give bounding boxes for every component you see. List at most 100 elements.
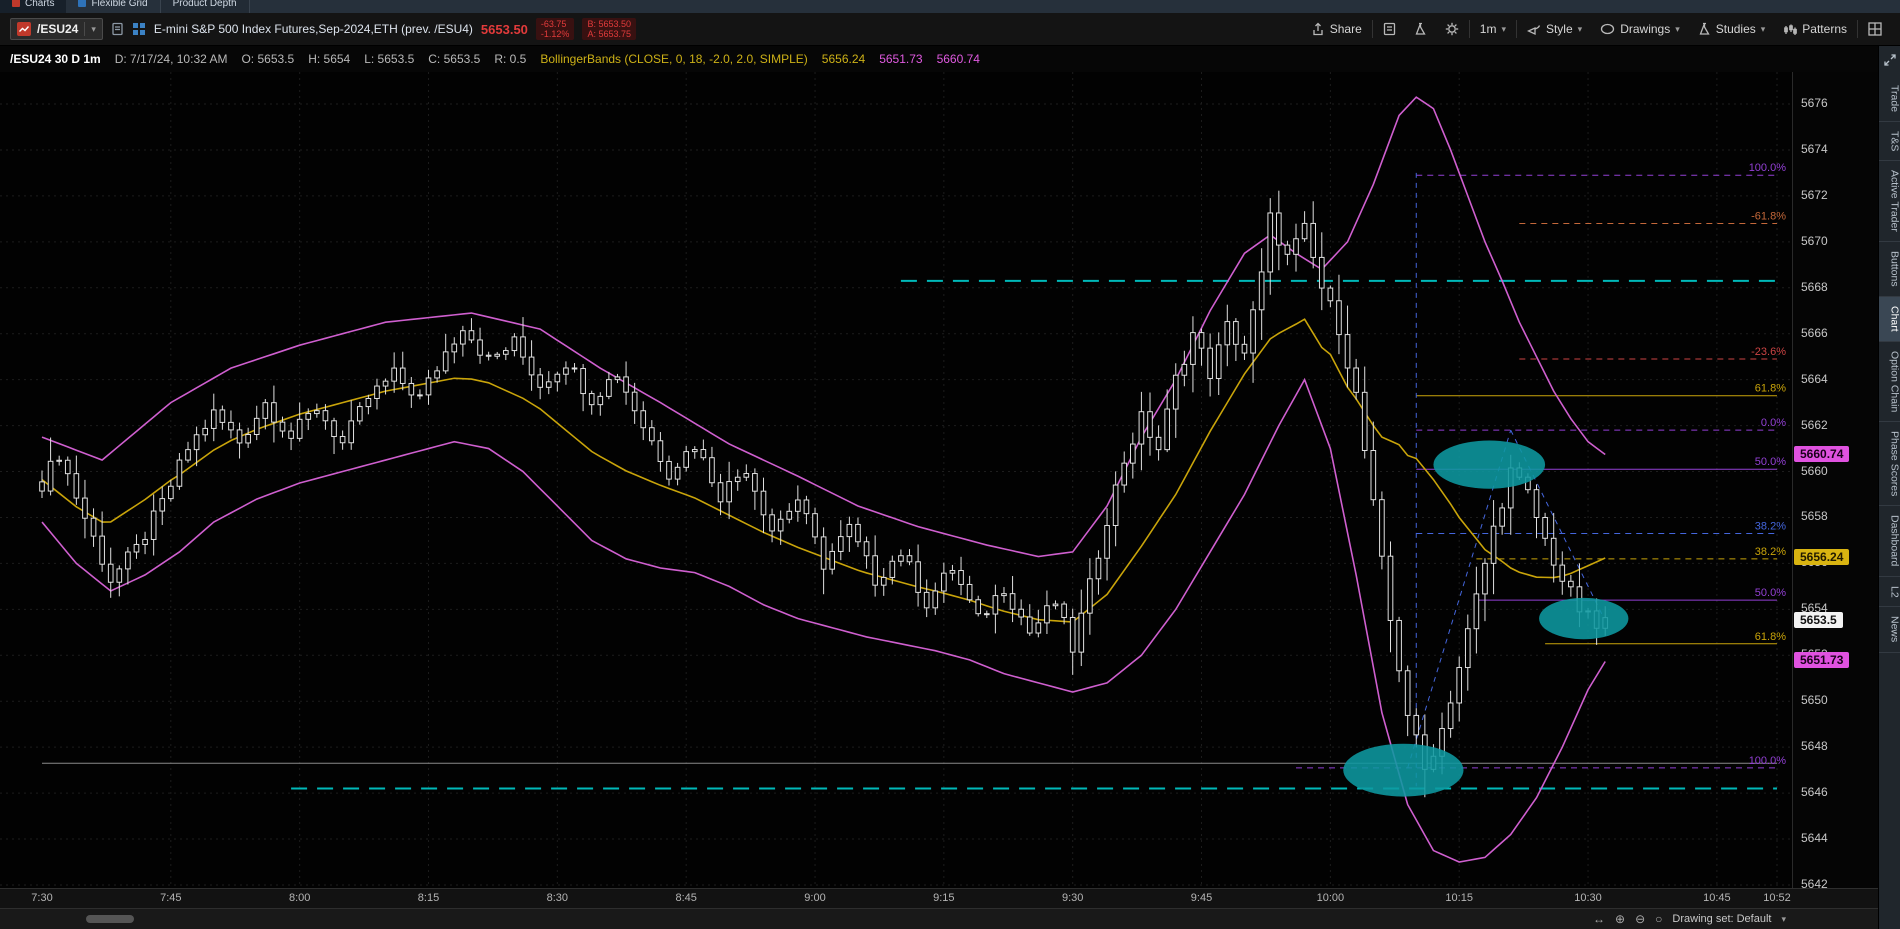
- symbol-input[interactable]: /ESU24: [37, 22, 78, 36]
- divider: [1468, 20, 1470, 38]
- bar-high: H: 5654: [308, 52, 351, 66]
- highlight-ellipse-drawing[interactable]: [1433, 440, 1546, 489]
- x-axis-label: 10:00: [1316, 892, 1345, 904]
- chevron-down-icon: ▾: [1760, 23, 1766, 34]
- chevron-down-icon[interactable]: ▾: [1781, 914, 1786, 924]
- expand-button[interactable]: [1883, 46, 1897, 76]
- x-axis-label: 8:15: [417, 892, 440, 904]
- style-dropdown[interactable]: Style ▾: [1519, 17, 1590, 41]
- expand-arrows-icon: [1883, 54, 1896, 66]
- fib-level-label: 0.0%: [1761, 417, 1786, 429]
- change-value: -63.75: [540, 18, 567, 29]
- divider: [1371, 20, 1373, 38]
- horizontal-scrollbar-thumb[interactable]: [86, 915, 134, 923]
- settings-button[interactable]: [1437, 17, 1467, 41]
- chart-info-bar: /ESU24 30 D 1m D: 7/17/24, 10:32 AM O: 5…: [0, 46, 1878, 72]
- fib-level-label: 38.2%: [1755, 521, 1786, 533]
- highlight-ellipse-drawing[interactable]: [1343, 743, 1464, 797]
- studies-dropdown[interactable]: Studies ▾: [1690, 17, 1774, 41]
- x-axis-label: 7:45: [160, 892, 182, 904]
- beaker-icon: [1699, 22, 1710, 35]
- price-bubble: 5653.5: [1794, 611, 1843, 628]
- sidebar-tab-trade[interactable]: Trade: [1878, 76, 1900, 123]
- timeframe-label: 1m: [1479, 22, 1497, 36]
- charts-icon: [12, 0, 20, 7]
- y-axis-label: 5674: [1801, 141, 1828, 156]
- highlight-ellipse-drawing[interactable]: [1539, 597, 1629, 640]
- ask-value: A: 5653.75: [587, 29, 631, 39]
- sidebar-tab-news[interactable]: News: [1878, 607, 1900, 653]
- chevron-down-icon: ▾: [1501, 23, 1506, 34]
- grid-view-icon[interactable]: [132, 22, 146, 36]
- sidebar-tab-l2[interactable]: L2: [1878, 577, 1900, 608]
- link-icon[interactable]: [111, 22, 124, 36]
- symbol-selector[interactable]: /ESU24 ▾: [10, 18, 103, 40]
- flexible-grid-icon: [78, 0, 87, 7]
- notes-button[interactable]: [1375, 17, 1404, 41]
- pan-horizontal-icon[interactable]: ↔: [1593, 912, 1605, 926]
- price-bubble: 5660.74: [1794, 445, 1850, 462]
- fib-level-label: 50.0%: [1755, 587, 1786, 599]
- tab-product-depth[interactable]: Product Depth: [159, 0, 250, 13]
- x-axis-label: 10:15: [1445, 892, 1473, 904]
- bottom-status-bar: ↔ ⊕ ⊖ ○ Drawing set: Default ▾: [0, 908, 1878, 929]
- study-lower-value: 5651.73: [879, 52, 923, 66]
- drawing-set-selector[interactable]: Drawing set: Default: [1672, 913, 1771, 925]
- chevron-down-icon[interactable]: ▾: [91, 24, 96, 34]
- sidebar-tab-time-and-sales[interactable]: T&S: [1878, 122, 1900, 162]
- drawings-dropdown[interactable]: Drawings ▾: [1592, 17, 1688, 41]
- instrument-description: E-mini S&P 500 Index Futures,Sep-2024,ET…: [153, 22, 473, 36]
- patterns-dropdown[interactable]: Patterns: [1775, 17, 1855, 41]
- ellipse-tool-icon[interactable]: ○: [1655, 912, 1662, 926]
- sidebar-tab-phase-scores[interactable]: Phase Scores: [1878, 422, 1900, 507]
- share-button[interactable]: Share: [1303, 17, 1370, 41]
- price-bubble: 5651.73: [1794, 652, 1850, 669]
- candlestick-chart[interactable]: 100.0% -61.8% -23.6% 61.8% 0.0% 50.0% 38.2% 38.…: [0, 72, 1792, 888]
- fib-level-label: 100.0%: [1749, 755, 1787, 767]
- note-icon: [1383, 22, 1395, 36]
- style-icon: [1526, 24, 1541, 35]
- tab-charts[interactable]: Charts: [0, 0, 67, 13]
- patterns-icon: [1784, 24, 1798, 35]
- zoom-in-icon[interactable]: ⊕: [1615, 912, 1625, 926]
- sidebar-tab-chart[interactable]: Chart: [1878, 296, 1900, 342]
- zoom-out-icon[interactable]: ⊖: [1635, 912, 1645, 926]
- sidebar-tab-dashboard[interactable]: Dashboard: [1878, 506, 1900, 577]
- y-axis-label: 5666: [1801, 325, 1828, 340]
- ellipse-tool-icon: [1601, 23, 1615, 35]
- x-axis-label: 9:00: [804, 892, 826, 904]
- y-axis-label: 5672: [1801, 187, 1828, 202]
- y-axis-label: 5646: [1801, 785, 1828, 800]
- layout-button[interactable]: [1860, 17, 1890, 41]
- chart-toolbar: /ESU24 ▾ E-mini S&P 500 Index Futures,Se…: [0, 13, 1900, 46]
- change-badge: -63.75 -1.12%: [535, 17, 575, 41]
- chart-symbol-summary[interactable]: /ESU24 30 D 1m: [10, 52, 101, 66]
- toolbar-right-group: Share 1m ▾ Style ▾ Drawings ▾ Studies ▾ …: [1303, 17, 1890, 41]
- top-menu-strip: Charts Flexible Grid Product Depth: [0, 0, 1900, 13]
- study-label[interactable]: BollingerBands (CLOSE, 0, 18, -2.0, 2.0,…: [540, 52, 807, 66]
- tab-flexible-grid[interactable]: Flexible Grid: [66, 0, 159, 13]
- chart-plot-area[interactable]: 100.0% -61.8% -23.6% 61.8% 0.0% 50.0% 38.2% 38.…: [0, 72, 1792, 888]
- y-axis-label: 5668: [1801, 279, 1828, 294]
- time-axis[interactable]: 7:30 7:45 8:00 8:15 8:30 8:45 9:00 9:15 9:30 9:45…: [0, 888, 1878, 908]
- symbol-chart-icon: [17, 22, 31, 36]
- x-axis-label: 9:15: [933, 892, 955, 904]
- x-axis-label: 8:30: [546, 892, 569, 904]
- timeframe-dropdown[interactable]: 1m ▾: [1472, 17, 1514, 41]
- style-label: Style: [1545, 22, 1573, 36]
- share-icon: [1313, 22, 1323, 36]
- bottom-right-controls: ↔ ⊕ ⊖ ○ Drawing set: Default ▾: [1593, 912, 1878, 926]
- y-axis-label: 5658: [1801, 509, 1828, 524]
- bar-close: C: 5653.5: [428, 52, 481, 66]
- patterns-label: Patterns: [1802, 22, 1847, 36]
- share-label: Share: [1329, 22, 1362, 36]
- price-axis[interactable]: 5642564456465648565056525654565656585660…: [1792, 72, 1878, 891]
- sidebar-tab-option-chain[interactable]: Option Chain: [1878, 342, 1900, 422]
- y-axis-label: 5676: [1801, 96, 1828, 110]
- sidebar-tab-buttons[interactable]: Buttons: [1878, 242, 1900, 297]
- analysis-button[interactable]: [1406, 17, 1435, 41]
- sidebar-tab-active-trader[interactable]: Active Trader: [1878, 161, 1900, 243]
- chevron-down-icon: ▾: [1675, 23, 1680, 34]
- gear-icon: [1445, 22, 1458, 36]
- bar-low: L: 5653.5: [364, 52, 415, 66]
